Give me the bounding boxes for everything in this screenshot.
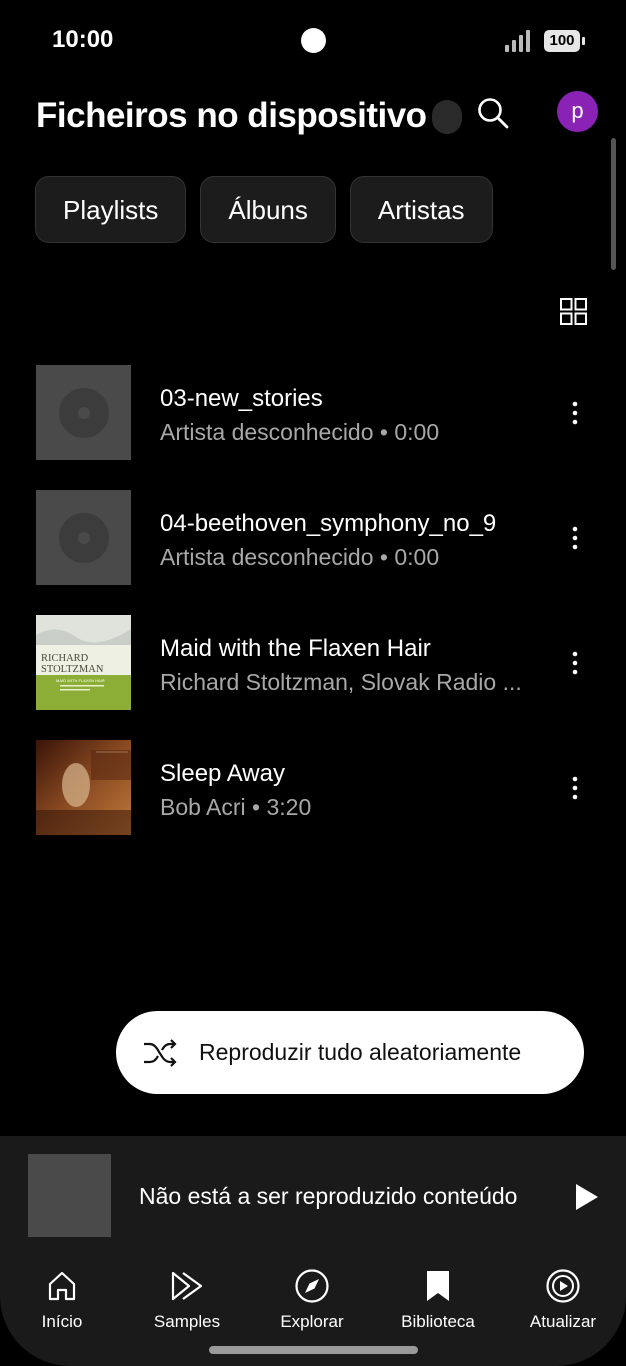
- page-title: Ficheiros no dispositivo: [36, 96, 427, 135]
- bookmark-icon: [427, 1271, 449, 1301]
- chip-albums[interactable]: Álbuns: [200, 176, 336, 243]
- mini-player-status: Não está a ser reproduzido conteúdo: [139, 1183, 518, 1209]
- shuffle-icon: [144, 1039, 177, 1067]
- status-time: 10:00: [52, 26, 114, 53]
- nav-label: Biblioteca: [401, 1312, 475, 1331]
- grid-view-icon[interactable]: [560, 298, 587, 325]
- more-options-icon[interactable]: [560, 648, 590, 678]
- track-subtitle: Artista desconhecido • 0:00: [160, 419, 440, 445]
- nav-explore[interactable]: Explorar: [262, 1268, 362, 1332]
- track-subtitle: Richard Stoltzman, Slovak Radio ...: [160, 669, 522, 695]
- nav-home[interactable]: Início: [12, 1268, 112, 1332]
- shuffle-all-button[interactable]: Reproduzir tudo aleatoriamente: [116, 1011, 584, 1094]
- scrollbar[interactable]: [611, 138, 616, 270]
- track-list: 03-new_stories Artista desconhecido • 0:…: [0, 365, 626, 865]
- samples-icon: [171, 1271, 203, 1301]
- search-icon[interactable]: [476, 96, 510, 130]
- track-thumbnail: [36, 365, 131, 460]
- more-options-icon[interactable]: [560, 523, 590, 553]
- album-art-sleep-away: [36, 740, 131, 835]
- title-overflow-fade: [432, 100, 462, 134]
- list-item[interactable]: 03-new_stories Artista desconhecido • 0:…: [0, 365, 626, 490]
- nav-label: Início: [41, 1312, 83, 1331]
- play-icon[interactable]: [574, 1182, 600, 1212]
- nav-label: Atualizar: [529, 1312, 597, 1331]
- list-item[interactable]: RICHARD STOLTZMAN MAID WITH FLAXEN HAIR …: [0, 615, 626, 740]
- list-item[interactable]: Sleep Away Bob Acri • 3:20: [0, 740, 626, 865]
- filter-chips: Playlists Álbuns Artistas: [35, 176, 493, 243]
- track-title: Sleep Away: [160, 760, 285, 787]
- signal-icon: [505, 30, 530, 52]
- nav-label: Samples: [153, 1312, 221, 1331]
- camera-cutout: [301, 28, 326, 53]
- avatar[interactable]: p: [557, 91, 598, 132]
- app-screen: 10:00 100 Ficheiros no dispositivo p Pla…: [0, 0, 626, 1366]
- more-options-icon[interactable]: [560, 773, 590, 803]
- compass-icon: [295, 1269, 329, 1303]
- disc-icon: [59, 388, 109, 438]
- list-item[interactable]: 04-beethoven_symphony_no_9 Artista desco…: [0, 490, 626, 615]
- disc-icon: [59, 513, 109, 563]
- track-thumbnail: [36, 490, 131, 585]
- mini-player-thumbnail: [28, 1154, 111, 1237]
- nav-library[interactable]: Biblioteca: [388, 1268, 488, 1332]
- track-title: Maid with the Flaxen Hair: [160, 635, 431, 662]
- chip-artists[interactable]: Artistas: [349, 176, 493, 243]
- home-indicator[interactable]: [209, 1346, 418, 1354]
- track-title: 03-new_stories: [160, 385, 323, 412]
- upgrade-icon: [546, 1269, 580, 1303]
- home-icon: [48, 1271, 76, 1301]
- nav-samples[interactable]: Samples: [137, 1268, 237, 1332]
- shuffle-label: Reproduzir tudo aleatoriamente: [199, 1039, 522, 1065]
- more-options-icon[interactable]: [560, 398, 590, 428]
- nav-label: Explorar: [280, 1312, 344, 1331]
- mini-player[interactable]: Não está a ser reproduzido conteúdo: [0, 1136, 626, 1256]
- track-subtitle: Artista desconhecido • 0:00: [160, 544, 440, 570]
- album-art-text: RICHARD: [41, 653, 89, 664]
- track-title: 04-beethoven_symphony_no_9: [160, 510, 497, 537]
- nav-upgrade[interactable]: Atualizar: [513, 1268, 613, 1332]
- chip-playlists[interactable]: Playlists: [35, 176, 187, 243]
- album-art-text: STOLTZMAN: [41, 664, 104, 675]
- track-subtitle: Bob Acri • 3:20: [160, 794, 312, 820]
- album-art-stoltzman: RICHARD STOLTZMAN MAID WITH FLAXEN HAIR: [36, 615, 131, 710]
- battery-icon: 100: [544, 30, 585, 52]
- album-art-text: MAID WITH FLAXEN HAIR: [56, 678, 105, 683]
- status-bar: 10:00 100: [0, 0, 626, 80]
